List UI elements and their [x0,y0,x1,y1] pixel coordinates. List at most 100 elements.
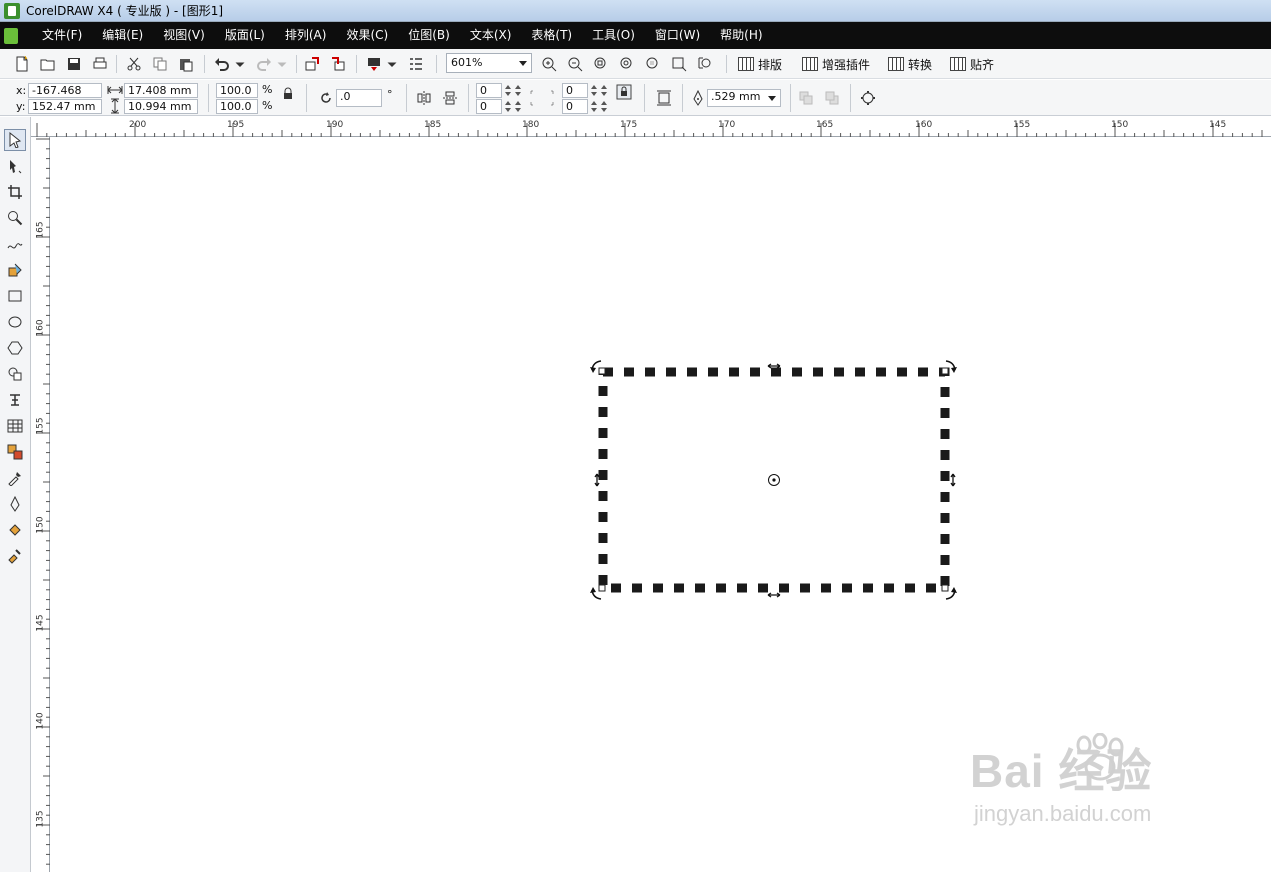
open-icon[interactable] [38,54,58,74]
convert-to-curves-icon[interactable] [858,88,878,108]
ellipse-tool-icon[interactable] [4,311,26,333]
menu-table[interactable]: 表格(T) [521,22,582,49]
text-tool-icon[interactable] [4,389,26,411]
enhance-plugin-icon [802,57,818,71]
corner-radius-3-field[interactable]: 0 [476,99,502,114]
to-back-icon[interactable] [822,88,842,108]
zoom-out-icon[interactable] [565,54,585,74]
corner-1-spinner[interactable] [504,84,512,97]
redo-icon[interactable] [254,54,274,74]
window-title: CorelDRAW X4 ( 专业版 ) - [图形1] [26,4,224,18]
application-launcher-icon[interactable] [364,54,384,74]
freehand-tool-icon[interactable] [4,233,26,255]
plugin-convert-button[interactable]: 转换 [888,53,932,75]
height-field[interactable]: 10.994 mm [124,99,198,114]
menu-file[interactable]: 文件(F) [32,22,92,49]
document-icon[interactable] [4,27,18,44]
wrap-text-icon[interactable] [654,88,674,108]
width-field[interactable]: 17.408 mm [124,83,198,98]
cut-icon[interactable] [124,54,144,74]
y-position-field[interactable]: 152.47 mm [28,99,102,114]
corner-lock-icon[interactable] [614,82,634,102]
zoom-page-icon[interactable] [643,54,663,74]
mirror-vertical-icon[interactable] [440,88,460,108]
horizontal-ruler[interactable]: 200 195 190 185 180 175 170 165 160 155 … [31,117,1271,137]
corner-radius-1-field[interactable]: 0 [476,83,502,98]
standard-toolbar: 601% 排版 增强插件 转换 贴齐 [0,49,1271,79]
x-position-field[interactable]: -167.468 mm [28,83,102,110]
polygon-tool-icon[interactable] [4,337,26,359]
zoom-selected-icon[interactable] [591,54,611,74]
corner-1-spinner-b[interactable] [514,84,522,97]
paw-logo-icon [1076,733,1124,781]
interactive-blend-tool-icon[interactable] [4,441,26,463]
corner-3-spinner[interactable] [504,100,512,113]
interactive-fill-tool-icon[interactable] [4,545,26,567]
zoom-in-icon[interactable] [539,54,559,74]
mirror-horizontal-icon[interactable] [414,88,434,108]
new-document-icon[interactable] [12,54,32,74]
fill-tool-icon[interactable] [4,519,26,541]
menu-view[interactable]: 视图(V) [153,22,215,49]
pick-tool-icon[interactable] [4,129,26,151]
menu-help[interactable]: 帮助(H) [710,22,772,49]
vertical-ruler[interactable]: 165 160 155 150 145 140 135 [31,137,50,872]
snap-plugin-icon [950,57,966,71]
corner-radius-2-field[interactable]: 0 [562,83,588,98]
save-icon[interactable] [64,54,84,74]
rotation-angle-field[interactable]: .0 [336,89,382,107]
menu-text[interactable]: 文本(X) [460,22,522,49]
menu-tools[interactable]: 工具(O) [582,22,645,49]
zoom-page-width-icon[interactable] [669,54,689,74]
corner-4-spinner[interactable] [590,100,598,113]
zoom-page-height-icon[interactable] [695,54,715,74]
zoom-level-select[interactable]: 601% [446,53,532,73]
to-front-icon[interactable] [796,88,816,108]
menu-arrange[interactable]: 排列(A) [275,22,337,49]
redo-dropdown-icon[interactable] [276,54,288,74]
launcher-dropdown-icon[interactable] [386,54,398,74]
plugin-enhance-button[interactable]: 增强插件 [802,53,870,75]
shape-tool-icon[interactable] [4,155,26,177]
rectangle-tool-icon[interactable] [4,285,26,307]
menu-window[interactable]: 窗口(W) [645,22,710,49]
watermark-url: jingyan.baidu.com [974,801,1152,826]
lock-ratio-icon[interactable] [278,84,298,104]
plugin-layout-button[interactable]: 排版 [738,53,782,75]
corner-2-spinner-b[interactable] [600,84,608,97]
paste-icon[interactable] [176,54,196,74]
v-ruler-label: 140 [35,712,46,730]
plugin-snap-button[interactable]: 贴齐 [950,53,994,75]
scale-y-field[interactable]: 100.0 [216,99,258,114]
corner-2-spinner[interactable] [590,84,598,97]
smart-fill-tool-icon[interactable] [4,259,26,281]
menu-effects[interactable]: 效果(C) [336,22,398,49]
plugin-enhance-label: 增强插件 [822,57,871,72]
corner-3-spinner-b[interactable] [514,100,522,113]
undo-icon[interactable] [212,54,232,74]
h-ruler-label: 150 [1111,120,1129,130]
corner-radius-4-field[interactable]: 0 [562,99,588,114]
basic-shapes-tool-icon[interactable] [4,363,26,385]
zoom-tool-icon[interactable] [4,207,26,229]
zoom-all-objects-icon[interactable] [617,54,637,74]
menu-bitmaps[interactable]: 位图(B) [398,22,460,49]
outline-width-select[interactable]: .529 mm [707,89,781,107]
corner-4-spinner-b[interactable] [600,100,608,113]
table-tool-icon[interactable] [4,415,26,437]
toolbox [0,117,31,872]
menu-layout[interactable]: 版面(L) [215,22,275,49]
scale-x-field[interactable]: 100.0 [216,83,258,98]
vertical-ruler-ticks [36,138,50,865]
crop-tool-icon[interactable] [4,181,26,203]
eyedropper-tool-icon[interactable] [4,467,26,489]
copy-icon[interactable] [150,54,170,74]
import-icon[interactable] [302,54,322,74]
print-icon[interactable] [90,54,110,74]
outline-tool-icon[interactable] [4,493,26,515]
zoom-level-value: 601% [451,56,483,69]
welcome-screen-icon[interactable] [406,54,426,74]
menu-edit[interactable]: 编辑(E) [92,22,153,49]
export-icon[interactable] [328,54,348,74]
undo-dropdown-icon[interactable] [234,54,246,74]
